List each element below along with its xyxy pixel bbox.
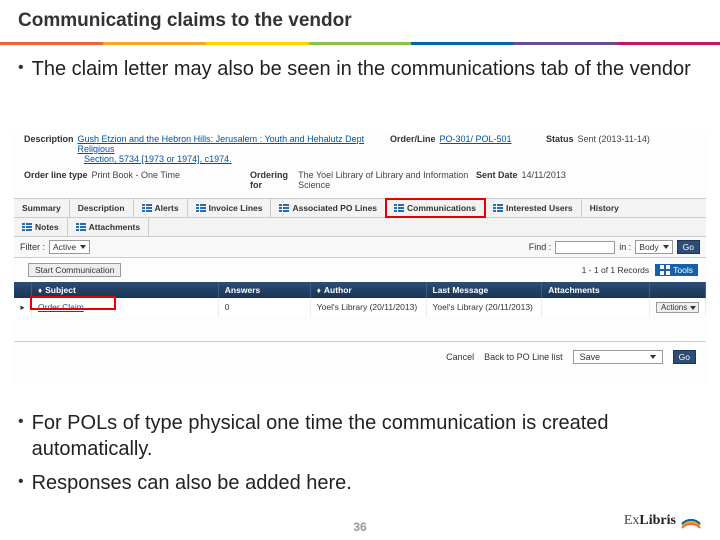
- bullet-dot: •: [18, 56, 24, 82]
- cell-last: Yoel's Library (20/11/2013): [427, 298, 543, 317]
- tools-button[interactable]: Tools: [655, 264, 698, 276]
- th-author[interactable]: ♦Author: [311, 282, 427, 298]
- start-communication-button[interactable]: Start Communication: [28, 263, 121, 277]
- list-icon: [76, 222, 86, 232]
- bullet-dot: •: [18, 470, 24, 496]
- value-status: Sent (2013-11-14): [578, 134, 650, 154]
- bullet-text: Responses can also be added here.: [32, 470, 352, 496]
- th-last[interactable]: Last Message: [427, 282, 543, 298]
- bullets-bottom: •For POLs of type physical one time the …: [18, 410, 698, 504]
- label-ordtype: Order line type: [24, 170, 88, 190]
- sort-icon: ♦: [38, 286, 42, 295]
- tab-attachments[interactable]: Attachments: [68, 218, 149, 236]
- list-icon: [196, 203, 206, 213]
- cell-attachments: [542, 298, 650, 317]
- in-label: in :: [619, 242, 631, 252]
- filter-select[interactable]: Active: [49, 240, 90, 254]
- chevron-down-icon: [80, 245, 86, 249]
- tab-notes[interactable]: Notes: [14, 218, 68, 236]
- tab-alerts[interactable]: Alerts: [134, 199, 188, 217]
- chevron-down-icon: [650, 355, 656, 359]
- label-sent: Sent Date: [476, 170, 518, 190]
- table-row: ▸ Order Claim 0 Yoel's Library (20/11/20…: [14, 298, 706, 317]
- value-ordfor: The Yoel Library of Library and Informat…: [298, 170, 470, 190]
- cell-answers: 0: [219, 298, 311, 317]
- tab-communications[interactable]: Communications: [386, 199, 485, 217]
- go-button[interactable]: Go: [677, 240, 700, 254]
- bullet-dot: •: [18, 410, 24, 462]
- list-icon: [279, 203, 289, 213]
- cancel-link[interactable]: Cancel: [446, 352, 474, 362]
- in-select[interactable]: Body: [635, 240, 672, 254]
- table-header: ♦Subject Answers ♦Author Last Message At…: [14, 282, 706, 298]
- tab-associated[interactable]: Associated PO Lines: [271, 199, 386, 217]
- actions-button[interactable]: Actions: [656, 302, 699, 313]
- grid-icon: [660, 265, 670, 275]
- label-orderline: Order/Line: [390, 134, 436, 154]
- link-description[interactable]: Gush Etzion and the Hebron Hills: Jerusa…: [78, 134, 384, 154]
- back-link[interactable]: Back to PO Line list: [484, 352, 563, 362]
- chevron-down-icon: [663, 245, 669, 249]
- value-sent: 14/11/2013: [522, 170, 566, 190]
- highlight-box: [30, 296, 116, 310]
- cell-subject[interactable]: Order Claim: [32, 298, 219, 317]
- label-ordfor: Ordering for: [250, 170, 294, 190]
- sort-icon: ♦: [317, 286, 321, 295]
- bullets-top: • The claim letter may also be seen in th…: [18, 56, 698, 90]
- logo-arc-icon: [680, 510, 702, 532]
- exlibris-logo: ExLibris: [624, 510, 702, 532]
- slide-title: Communicating claims to the vendor: [18, 10, 352, 32]
- chevron-down-icon: [690, 306, 696, 310]
- list-icon: [394, 203, 404, 213]
- tab-summary[interactable]: Summary: [14, 199, 70, 217]
- tab-interested[interactable]: Interested Users: [485, 199, 582, 217]
- list-icon: [142, 203, 152, 213]
- bullet-text: For POLs of type physical one time the c…: [32, 410, 698, 462]
- list-icon: [493, 203, 503, 213]
- tab-invoice[interactable]: Invoice Lines: [188, 199, 272, 217]
- filter-label: Filter :: [20, 242, 45, 252]
- tab-row-2: Notes Attachments: [14, 218, 706, 237]
- bullet-text: The claim letter may also be seen in the…: [32, 56, 691, 82]
- save-go-button[interactable]: Go: [673, 350, 696, 364]
- th-answers[interactable]: Answers: [219, 282, 311, 298]
- tab-description[interactable]: Description: [70, 199, 134, 217]
- divider-rainbow: [0, 42, 720, 45]
- footer-bar: Cancel Back to PO Line list Save Go: [14, 341, 706, 364]
- find-label: Find :: [529, 242, 552, 252]
- label-description: Description: [24, 134, 74, 154]
- link-order[interactable]: PO-301/ POL-501: [440, 134, 512, 154]
- tab-row-1: Summary Description Alerts Invoice Lines…: [14, 198, 706, 218]
- list-icon: [22, 222, 32, 232]
- cell-author: Yoel's Library (20/11/2013): [311, 298, 427, 317]
- label-status: Status: [546, 134, 574, 154]
- value-ordtype: Print Book - One Time: [92, 170, 181, 190]
- app-screenshot: Description Gush Etzion and the Hebron H…: [14, 130, 706, 385]
- find-input[interactable]: [555, 241, 615, 254]
- th-attachments[interactable]: Attachments: [542, 282, 650, 298]
- tab-history[interactable]: History: [582, 199, 627, 217]
- save-select[interactable]: Save: [573, 350, 663, 364]
- record-count: 1 - 1 of 1 Records: [582, 265, 650, 275]
- page-number: 36: [0, 520, 720, 534]
- link-description-2[interactable]: Section, 5734 [1973 or 1974], c1974.: [84, 154, 232, 164]
